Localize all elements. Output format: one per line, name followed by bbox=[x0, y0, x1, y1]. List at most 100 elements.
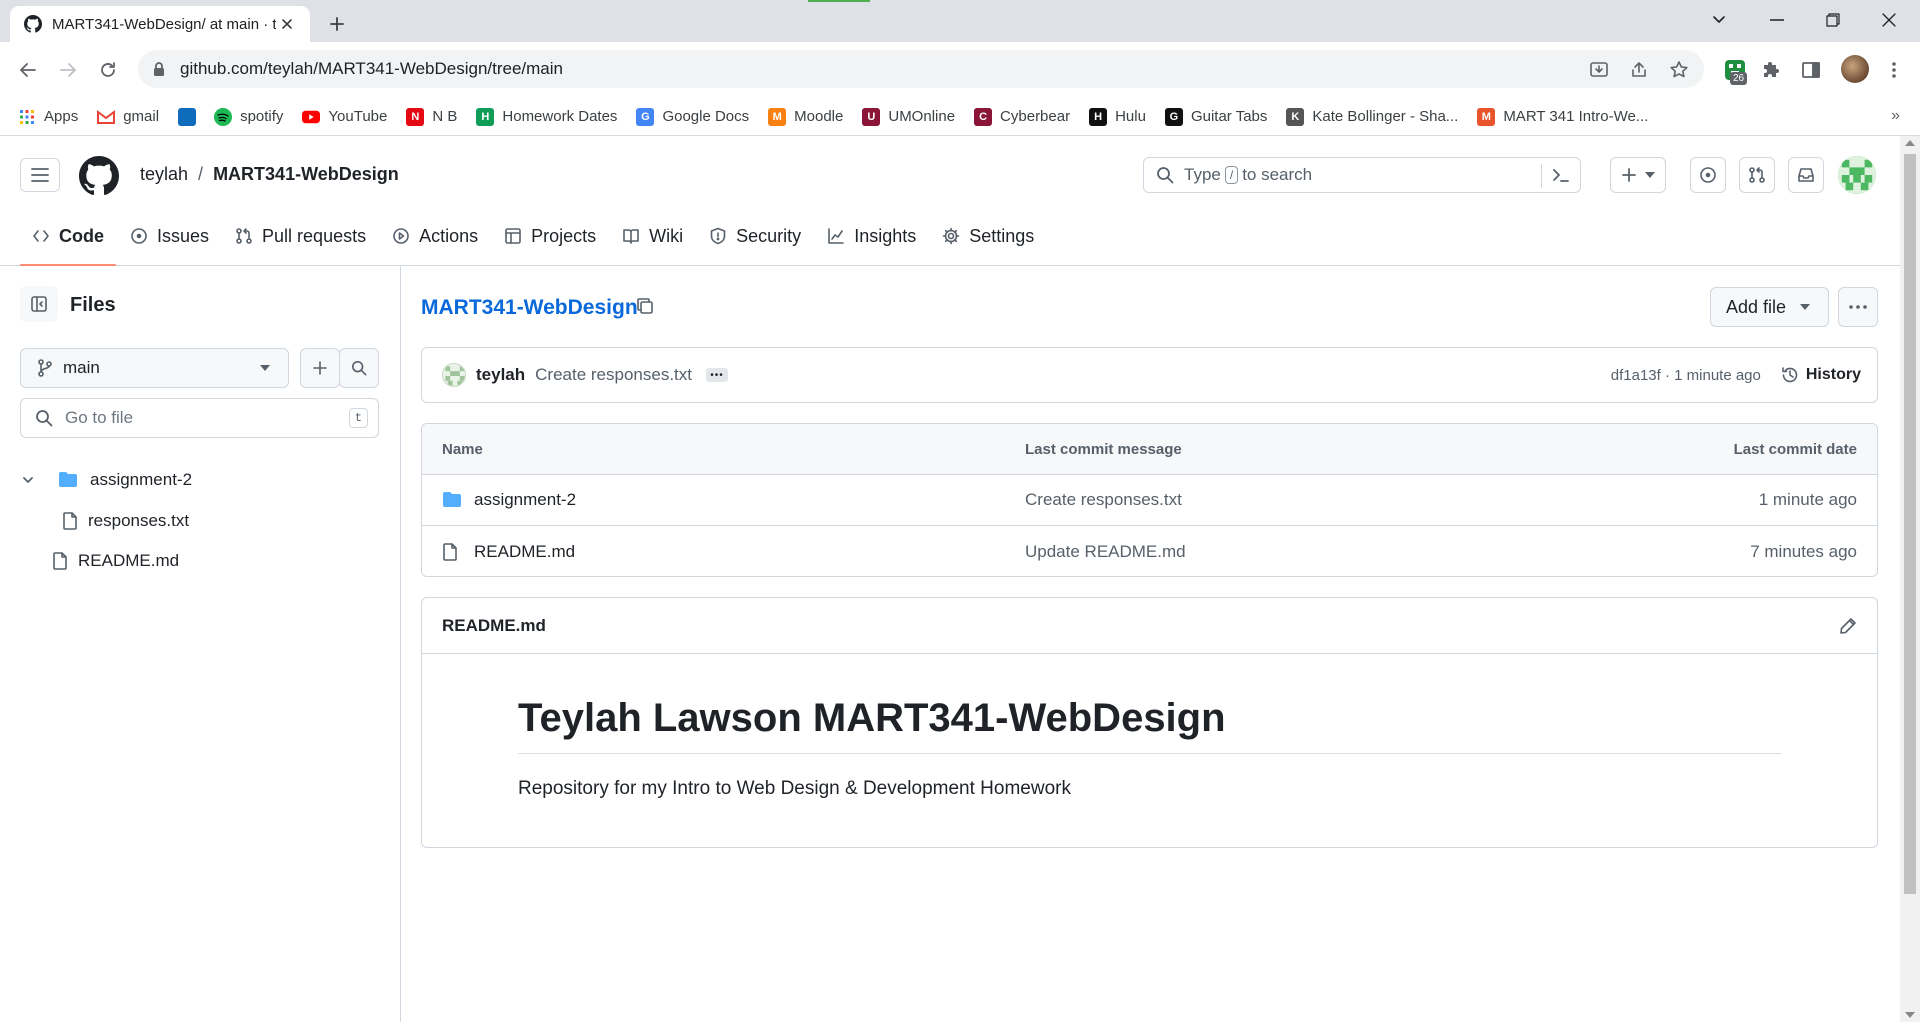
page-scrollbar[interactable] bbox=[1900, 136, 1920, 1022]
copy-path-icon[interactable] bbox=[635, 296, 655, 316]
inbox-icon bbox=[1797, 166, 1815, 184]
tab-code[interactable]: Code bbox=[20, 214, 116, 266]
table-row[interactable]: assignment-2 Create responses.txt 1 minu… bbox=[422, 475, 1877, 526]
scroll-up-arrow[interactable] bbox=[1905, 140, 1915, 146]
bookmark-label: Moodle bbox=[794, 108, 844, 125]
command-palette-icon[interactable] bbox=[1552, 166, 1570, 184]
bookmark-item[interactable]: C Cyberbear bbox=[974, 107, 1070, 126]
tab-search-button[interactable] bbox=[1696, 6, 1742, 34]
nav-label: Insights bbox=[854, 225, 917, 246]
side-panel-icon[interactable] bbox=[1797, 56, 1825, 84]
bookmark-item[interactable]: NN B bbox=[406, 107, 457, 126]
lock-icon[interactable] bbox=[152, 61, 166, 77]
column-header-message: Last commit message bbox=[1025, 440, 1182, 458]
extensions-puzzle-icon[interactable] bbox=[1758, 56, 1786, 84]
row-name-link[interactable]: README.md bbox=[474, 542, 575, 562]
tab-security[interactable]: Security bbox=[697, 214, 813, 258]
readme-panel: README.md Teylah Lawson MART341-WebDesig… bbox=[421, 597, 1878, 848]
kebab-horizontal-icon bbox=[1849, 305, 1867, 309]
bookmark-item[interactable]: M MART 341 Intro-We... bbox=[1477, 107, 1648, 126]
close-window-button[interactable] bbox=[1866, 6, 1912, 34]
tab-close-icon[interactable] bbox=[276, 13, 298, 35]
chrome-menu-icon[interactable] bbox=[1880, 56, 1908, 84]
caret-down-icon bbox=[1645, 172, 1655, 178]
share-icon[interactable] bbox=[1628, 59, 1650, 81]
minimize-button[interactable] bbox=[1754, 6, 1800, 34]
tab-issues[interactable]: Issues bbox=[118, 214, 221, 258]
bookmark-item[interactable]: H Hulu bbox=[1089, 107, 1146, 126]
bookmark-star-icon[interactable] bbox=[1668, 59, 1690, 81]
file-table: Name Last commit message Last commit dat… bbox=[421, 423, 1878, 577]
tree-item-readme[interactable]: README.md bbox=[52, 551, 179, 571]
bookmarks-overflow-icon[interactable]: » bbox=[1891, 107, 1900, 125]
tab-projects[interactable]: Projects bbox=[492, 214, 608, 258]
tree-item-responses-txt[interactable]: responses.txt bbox=[62, 511, 189, 531]
bookmark-item[interactable]: spotify bbox=[214, 107, 283, 126]
back-button[interactable] bbox=[14, 56, 42, 84]
github-header: teylah / MART341-WebDesign Type / to sea… bbox=[0, 136, 1900, 266]
pull-requests-header-button[interactable] bbox=[1739, 157, 1775, 193]
create-new-button[interactable] bbox=[1610, 157, 1666, 193]
address-bar[interactable]: github.com/teylah/MART341-WebDesign/tree… bbox=[138, 50, 1704, 88]
commit-meta[interactable]: df1a13f · 1 minute ago bbox=[1611, 367, 1761, 384]
bookmark-item[interactable]: H Homework Dates bbox=[476, 107, 617, 126]
profile-avatar[interactable] bbox=[1841, 55, 1869, 83]
search-files-button[interactable] bbox=[339, 348, 379, 388]
tree-item-assignment-2[interactable]: assignment-2 bbox=[22, 470, 192, 490]
scroll-down-arrow[interactable] bbox=[1905, 1012, 1915, 1018]
restore-button[interactable] bbox=[1810, 6, 1856, 34]
file-icon bbox=[52, 552, 78, 570]
issues-header-button[interactable] bbox=[1690, 157, 1726, 193]
row-commit-message[interactable]: Update README.md bbox=[1025, 542, 1557, 562]
bookmark-item[interactable]: U UMOnline bbox=[862, 107, 955, 126]
go-to-file-input[interactable]: Go to file t bbox=[20, 398, 379, 438]
new-tab-button[interactable] bbox=[324, 11, 350, 37]
repo-name-link[interactable]: MART341-WebDesign bbox=[421, 296, 638, 320]
tab-insights[interactable]: Insights bbox=[815, 214, 928, 258]
history-button[interactable]: History bbox=[1781, 366, 1861, 384]
browser-tab[interactable]: MART341-WebDesign/ at main · teylah bbox=[10, 6, 310, 42]
pencil-edit-icon[interactable] bbox=[1839, 617, 1857, 635]
github-search-input[interactable]: Type / to search bbox=[1143, 157, 1581, 193]
scrollbar-thumb[interactable] bbox=[1904, 154, 1916, 894]
table-row[interactable]: README.md Update README.md 7 minutes ago bbox=[422, 526, 1877, 576]
breadcrumb-repo[interactable]: MART341-WebDesign bbox=[213, 164, 399, 185]
bookmark-item[interactable]: K Kate Bollinger - Sha... bbox=[1286, 107, 1458, 126]
nav-label: Settings bbox=[969, 225, 1035, 246]
bookmark-item[interactable]: M Moodle bbox=[768, 107, 844, 126]
bookmark-item[interactable]: gmail bbox=[97, 108, 159, 126]
add-file-button[interactable]: Add file bbox=[1710, 287, 1829, 327]
bookmark-item[interactable] bbox=[178, 107, 204, 126]
row-name-link[interactable]: assignment-2 bbox=[474, 490, 576, 510]
readme-filename[interactable]: README.md bbox=[442, 616, 546, 636]
bookmark-item[interactable]: Apps bbox=[18, 108, 78, 126]
bookmark-item[interactable]: G Google Docs bbox=[636, 107, 749, 126]
kate-bollinger-icon: K bbox=[1286, 107, 1305, 126]
commit-author[interactable]: teylah bbox=[476, 365, 525, 385]
pull-request-icon bbox=[235, 227, 262, 245]
reload-button[interactable] bbox=[94, 56, 122, 84]
bookmark-item[interactable]: YouTube bbox=[302, 108, 387, 126]
tab-pull-requests[interactable]: Pull requests bbox=[223, 214, 378, 258]
install-app-icon[interactable] bbox=[1588, 59, 1610, 81]
add-file-sidebar-button[interactable] bbox=[300, 348, 340, 388]
tab-actions[interactable]: Actions bbox=[380, 214, 490, 258]
search-icon bbox=[351, 360, 367, 376]
commit-message[interactable]: Create responses.txt bbox=[535, 365, 692, 385]
menu-hamburger-icon[interactable] bbox=[20, 158, 60, 192]
inbox-button[interactable] bbox=[1788, 157, 1824, 193]
row-commit-message[interactable]: Create responses.txt bbox=[1025, 490, 1557, 510]
breadcrumb-owner[interactable]: teylah bbox=[140, 164, 188, 185]
forward-button[interactable] bbox=[54, 56, 82, 84]
tab-settings[interactable]: Settings bbox=[930, 214, 1046, 258]
commit-details-ellipsis-icon[interactable]: ••• bbox=[706, 368, 728, 382]
commit-author-avatar[interactable] bbox=[442, 363, 466, 387]
user-avatar[interactable] bbox=[1838, 156, 1876, 194]
branch-selector[interactable]: main bbox=[20, 348, 289, 388]
bookmark-item[interactable]: G Guitar Tabs bbox=[1164, 107, 1267, 126]
chevron-down-icon[interactable] bbox=[22, 474, 44, 486]
more-options-button[interactable] bbox=[1838, 287, 1878, 327]
github-logo-icon[interactable] bbox=[79, 156, 119, 196]
collapse-sidebar-icon[interactable] bbox=[20, 286, 58, 322]
tab-wiki[interactable]: Wiki bbox=[610, 214, 695, 258]
